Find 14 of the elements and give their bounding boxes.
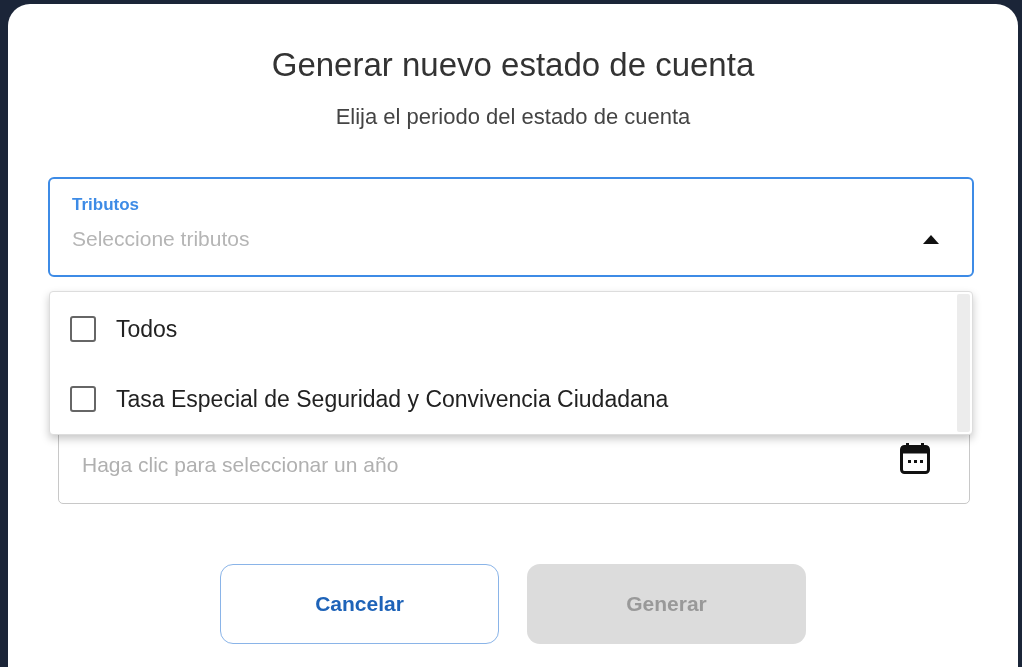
tributos-select[interactable]: Tributos Seleccione tributos: [48, 177, 974, 277]
calendar-icon: [899, 441, 931, 474]
scrollbar[interactable]: [957, 294, 970, 432]
dialog-title: Generar nuevo estado de cuenta: [271, 45, 755, 85]
select-placeholder: Seleccione tributos: [72, 227, 250, 251]
field-label: Tributos: [72, 195, 141, 215]
option-label[interactable]: Tasa Especial de Seguridad y Convivencia Ciudadana: [116, 385, 669, 413]
year-placeholder: Haga clic para seleccionar un año: [82, 452, 399, 477]
checkbox[interactable]: [70, 316, 96, 342]
caret-icon: [923, 235, 939, 244]
option-label[interactable]: Todos: [116, 315, 178, 343]
cancel-button[interactable]: Cancelar: [220, 564, 499, 644]
dialog-subtitle: Elija el periodo del estado de cuenta: [335, 103, 691, 131]
checkbox[interactable]: [70, 386, 96, 412]
